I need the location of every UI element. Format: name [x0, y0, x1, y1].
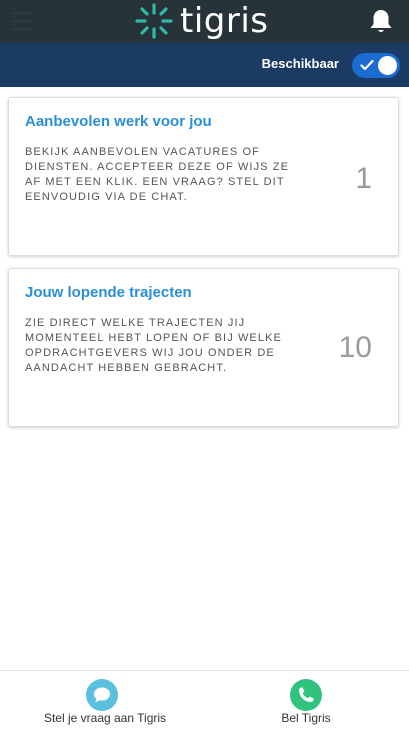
- chat-button-label: Stel je vraag aan Tigris: [43, 711, 167, 725]
- check-icon: [360, 59, 374, 71]
- top-app-bar: tigris: [0, 0, 409, 43]
- card-description: Zie direct welke trajecten jij momenteel…: [25, 317, 282, 374]
- ongoing-trajectories-card[interactable]: Jouw lopende trajecten Zie direct welke …: [8, 268, 399, 427]
- bell-icon[interactable]: [368, 8, 394, 35]
- chat-icon: [86, 679, 118, 711]
- recommended-work-card[interactable]: Aanbevolen werk voor jou Bekijk aanbevol…: [8, 97, 399, 256]
- phone-icon: [290, 679, 322, 711]
- toggle-knob: [378, 56, 397, 75]
- card-title: Jouw lopende trajecten: [25, 284, 192, 301]
- card-count: 1: [355, 162, 372, 195]
- bottom-nav: Stel je vraag aan Tigris Bel Tigris: [0, 670, 409, 730]
- card-title: Aanbevolen werk voor jou: [25, 113, 212, 130]
- call-button[interactable]: Bel Tigris: [204, 671, 408, 730]
- availability-bar: Beschikbaar: [0, 43, 409, 87]
- availability-label: Beschikbaar: [261, 56, 339, 71]
- card-description: Bekijk aanbevolen vacatures of diensten.…: [25, 146, 290, 203]
- menu-icon[interactable]: [12, 12, 34, 30]
- call-button-label: Bel Tigris: [281, 711, 331, 725]
- brand-logo: tigris: [134, 2, 269, 40]
- chat-button[interactable]: Stel je vraag aan Tigris: [0, 671, 204, 730]
- card-count: 10: [338, 331, 372, 364]
- tigris-logo-icon: [135, 3, 173, 39]
- availability-toggle[interactable]: [352, 53, 400, 78]
- brand-name: tigris: [180, 1, 269, 41]
